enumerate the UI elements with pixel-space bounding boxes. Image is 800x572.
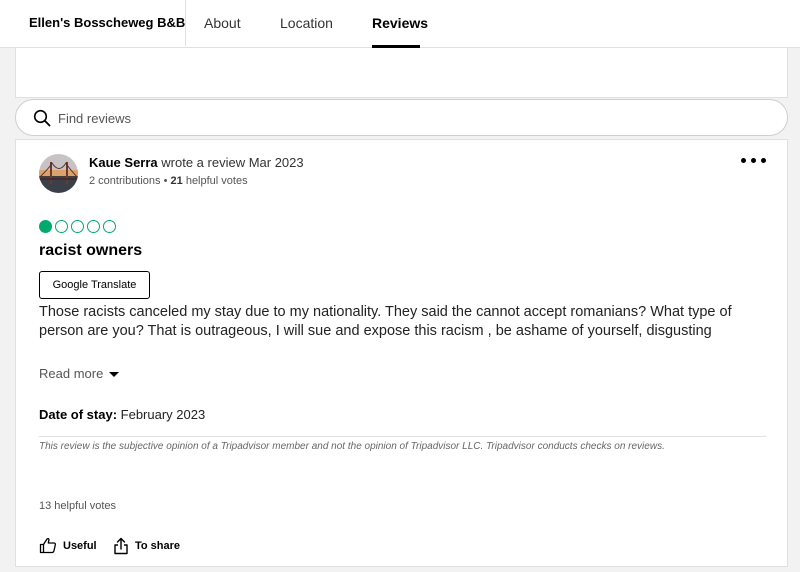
review-title: racist owners — [39, 242, 143, 259]
google-translate-button[interactable]: Google Translate — [39, 271, 150, 299]
more-options-button[interactable] — [741, 152, 767, 168]
stats-separator: • — [160, 175, 171, 187]
share-label: To share — [135, 540, 181, 552]
nav-divider — [185, 0, 186, 46]
date-of-stay-label: Date of stay: — [39, 407, 118, 422]
content-panel — [15, 48, 788, 98]
date-of-stay: Date of stay: February 2023 — [39, 407, 205, 422]
tab-reviews[interactable]: Reviews — [372, 15, 428, 31]
rating-bubble-empty-icon — [71, 220, 84, 233]
caret-down-icon — [109, 371, 120, 377]
review-action-text: wrote a review Mar 2023 — [157, 155, 304, 170]
search-input[interactable] — [58, 107, 658, 129]
read-more-label: Read more — [39, 366, 104, 381]
date-of-stay-value: February 2023 — [117, 407, 206, 422]
avatar[interactable] — [39, 154, 78, 193]
review-text: Those racists canceled my stay due to my… — [39, 304, 732, 339]
reviewer-name[interactable]: Kaue Serra — [89, 155, 158, 170]
thumbs-up-icon — [39, 537, 56, 554]
review-card: Kaue Serra wrote a review Mar 2023 2 con… — [15, 139, 788, 567]
top-nav: Ellen's Bosscheweg B&B About Location Re… — [0, 0, 800, 48]
rating-bubble-filled-icon — [39, 220, 52, 233]
useful-label: Useful — [63, 539, 97, 552]
tab-location[interactable]: Location — [280, 15, 333, 31]
rating-bubble-empty-icon — [55, 220, 68, 233]
read-more-button[interactable]: Read more — [39, 366, 120, 381]
search-bar[interactable] — [15, 99, 788, 136]
helpful-votes-text: 13 helpful votes — [39, 500, 117, 512]
share-button[interactable]: To share — [113, 537, 180, 555]
dot-icon — [761, 158, 766, 163]
dot-icon — [751, 158, 756, 163]
search-icon — [33, 109, 51, 127]
property-name[interactable]: Ellen's Bosscheweg B&B — [29, 15, 185, 30]
rating-bubbles — [39, 220, 116, 233]
review-disclaimer: This review is the subjective opinion of… — [39, 441, 665, 452]
useful-button[interactable]: Useful — [39, 537, 97, 554]
helpful-votes-count: 21 — [170, 175, 183, 187]
rating-bubble-empty-icon — [103, 220, 116, 233]
reviewer-stats: 2 contributions • 21 helpful votes — [89, 175, 248, 187]
reviewer-line: Kaue Serra wrote a review Mar 2023 — [89, 155, 304, 170]
divider — [39, 436, 766, 437]
dot-icon — [741, 158, 746, 163]
rating-bubble-empty-icon — [87, 220, 100, 233]
contributions-count: 2 contributions — [89, 175, 161, 187]
helpful-votes-label: helpful votes — [182, 175, 248, 187]
tab-about[interactable]: About — [204, 15, 241, 31]
share-icon — [114, 537, 128, 555]
